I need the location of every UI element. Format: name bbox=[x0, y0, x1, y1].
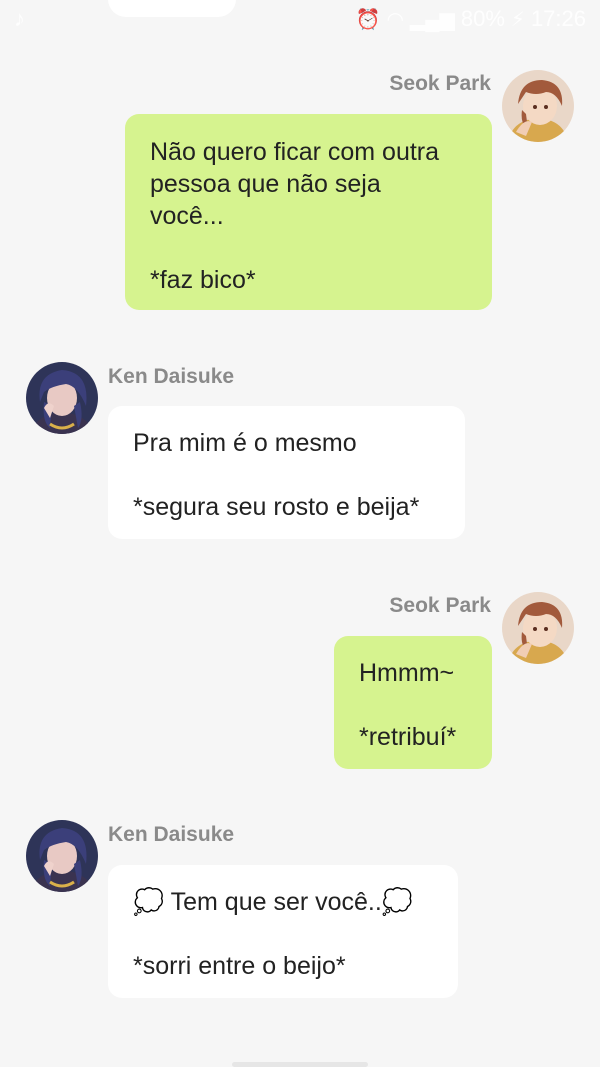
clock-time: 17:26 bbox=[530, 6, 586, 31]
status-bar: ♪ ⏰ ◠ ▂▄▆ 80% ⚡ 17:26 bbox=[0, 0, 600, 40]
message-bubble-received[interactable]: 💭 Tem que ser você..💭 *sorri entre o bei… bbox=[108, 865, 458, 998]
battery-percent: 80% bbox=[460, 6, 505, 31]
sender-name: Ken Daisuke bbox=[108, 365, 235, 388]
status-indicators: ⏰ ◠ ▂▄▆ 80% ⚡ 17:26 bbox=[356, 6, 586, 32]
wifi-icon: ◠ bbox=[386, 8, 404, 31]
sender-name: Ken Daisuke bbox=[108, 823, 235, 846]
alarm-icon: ⏰ bbox=[355, 8, 381, 31]
message-text: Não quero ficar com outra pessoa que não… bbox=[150, 138, 440, 294]
previous-message-bubble bbox=[108, 0, 236, 17]
message-text: Pra mim é o mesmo *segura seu rosto e be… bbox=[133, 429, 420, 521]
message-bubble-received[interactable]: Pra mim é o mesmo *segura seu rosto e be… bbox=[108, 406, 465, 539]
seok-avatar-image bbox=[502, 70, 574, 142]
seok-park-avatar[interactable] bbox=[502, 592, 574, 664]
seok-park-avatar[interactable] bbox=[502, 70, 574, 142]
ken-daisuke-avatar[interactable] bbox=[26, 820, 98, 892]
ken-daisuke-avatar[interactable] bbox=[26, 362, 98, 434]
message-bubble-sent[interactable]: Não quero ficar com outra pessoa que não… bbox=[125, 114, 492, 310]
message-text: 💭 Tem que ser você..💭 *sorri entre o bei… bbox=[133, 888, 413, 980]
ken-avatar-image bbox=[26, 820, 98, 892]
battery-charging-icon: ⚡ bbox=[510, 8, 525, 31]
home-indicator bbox=[232, 1062, 368, 1067]
tiktok-icon: ♪ bbox=[14, 6, 25, 31]
signal-icon: ▂▄▆ bbox=[409, 8, 455, 31]
ken-avatar-image bbox=[26, 362, 98, 434]
seok-avatar-image bbox=[502, 592, 574, 664]
sender-name: Seok Park bbox=[389, 72, 491, 95]
message-text: Hmmm~ *retribuí* bbox=[359, 659, 457, 751]
message-bubble-sent[interactable]: Hmmm~ *retribuí* bbox=[334, 636, 492, 769]
sender-name: Seok Park bbox=[389, 594, 491, 617]
